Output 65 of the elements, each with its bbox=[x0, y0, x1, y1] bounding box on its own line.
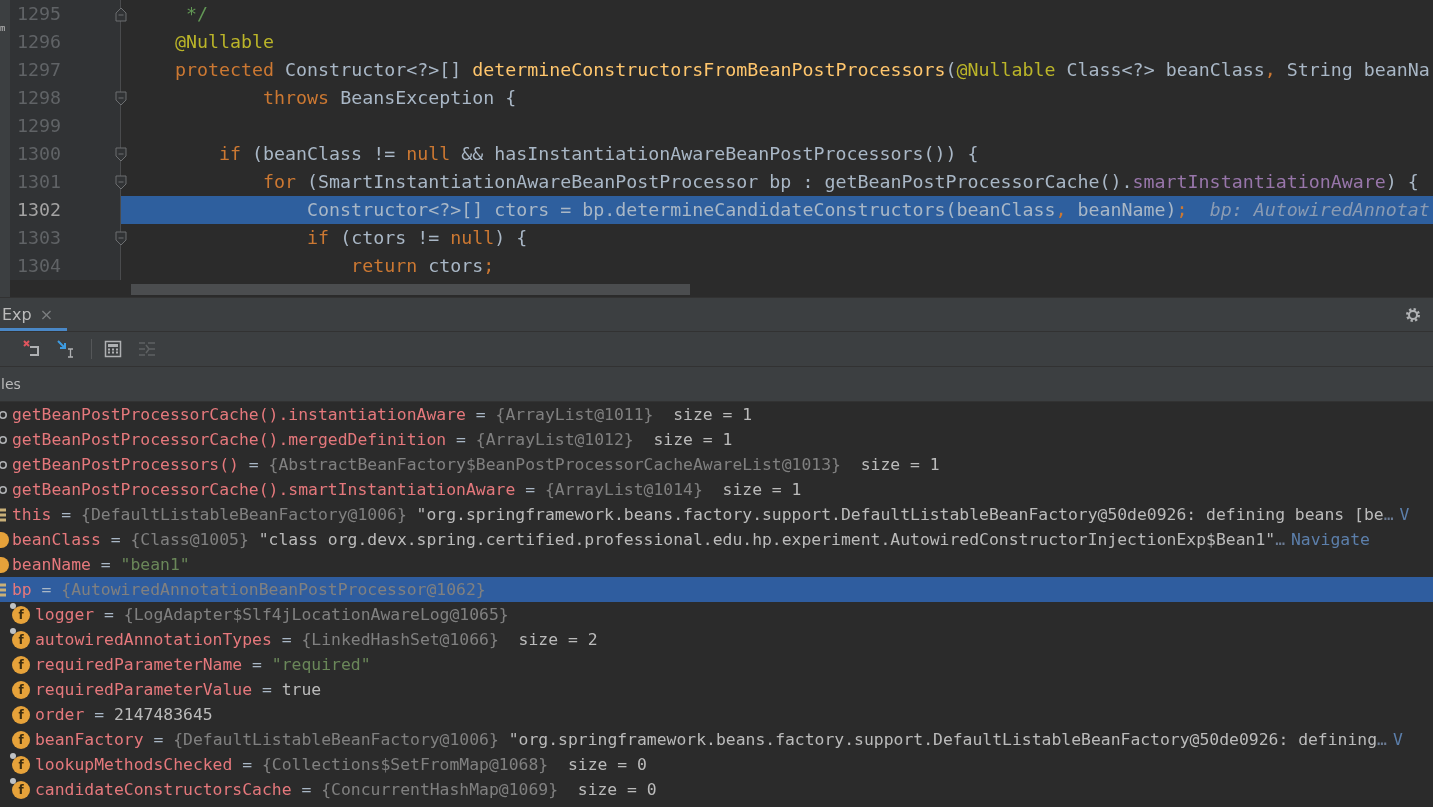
variable-row[interactable]: f autowiredAnnotationTypes = {LinkedHashSet@1066} size = 2 bbox=[0, 627, 1433, 652]
calculator-icon[interactable] bbox=[104, 340, 122, 358]
field-icon: f bbox=[12, 630, 30, 649]
code-line: for (SmartInstantiationAwareBeanPostProcessor bp : getBeanPostProcessorCache().smartInstantiationAware) { bbox=[262, 170, 1419, 194]
variable-row[interactable]: getBeanPostProcessorCache().smartInstantiationAware = {ArrayList@1014} size = 1 bbox=[0, 477, 1433, 502]
field-icon: f bbox=[12, 605, 30, 624]
field-icon: f bbox=[12, 780, 30, 799]
variable-row[interactable]: f logger = {LogAdapter$Slf4jLocationAwareLog@1065} bbox=[0, 602, 1433, 627]
variable-row[interactable]: getBeanPostProcessorCache().instantiationAware = {ArrayList@1011} size = 1 bbox=[0, 402, 1433, 427]
variable-row[interactable]: f order = 2147483645 bbox=[0, 702, 1433, 727]
variable-row[interactable]: f candidateConstructorsCache = {ConcurrentHashMap@1069} size = 0 bbox=[0, 777, 1433, 802]
code-line: if (beanClass != null && hasInstantiationAwareBeanPostProcessors()) { bbox=[218, 142, 979, 166]
variable-text: beanName = "bean1" bbox=[12, 555, 190, 574]
code-line: Constructor<?>[] ctors = bp.determineCandidateConstructors(beanClass, beanName); bbox=[306, 198, 1188, 222]
inline-hint: bp: AutowiredAnnotat bbox=[1209, 198, 1430, 222]
variable-row[interactable]: beanClass = {Class@1005} "class org.devx.spring.certified.professional.edu.hp.experiment.AutowiredConstructorInjectionExp$Bean1"… Navigate bbox=[0, 527, 1433, 552]
close-frame-icon[interactable] bbox=[23, 340, 41, 358]
code-line: if (ctors != null) { bbox=[306, 226, 528, 250]
variable-text: logger = {LogAdapter$Slf4jLocationAwareLog@1065} bbox=[35, 605, 509, 624]
field-icon: f bbox=[12, 705, 30, 724]
variable-row[interactable]: beanName = "bean1" bbox=[0, 552, 1433, 577]
variable-row[interactable]: f beanFactory = {DefaultListableBeanFactory@1006} "org.springframework.beans.factory.support.DefaultListableBeanFactory@50de0926: defining… V bbox=[0, 727, 1433, 752]
fold-marker-icon[interactable] bbox=[115, 175, 127, 190]
fold-marker-icon[interactable] bbox=[115, 7, 127, 22]
horizontal-scrollbar[interactable] bbox=[131, 284, 690, 295]
variable-text: lookupMethodsChecked = {Collections$SetFromMap@1068} size = 0 bbox=[35, 755, 647, 774]
parameter-icon bbox=[0, 555, 10, 574]
code-line: @Nullable bbox=[174, 30, 275, 54]
variable-row[interactable]: f requiredParameterName = "required" bbox=[0, 652, 1433, 677]
field-icon: f bbox=[12, 655, 30, 674]
fold-marker-icon[interactable] bbox=[115, 231, 127, 246]
list-icon[interactable] bbox=[138, 340, 156, 358]
fold-marker-icon[interactable] bbox=[115, 147, 127, 162]
field-icon: f bbox=[12, 680, 30, 699]
field-icon: f bbox=[12, 755, 30, 774]
fold-marker-icon[interactable] bbox=[115, 91, 127, 106]
variable-row[interactable]: f lookupMethodsChecked = {Collections$SetFromMap@1068} size = 0 bbox=[0, 752, 1433, 777]
variable-text: autowiredAnnotationTypes = {LinkedHashSet@1066} size = 2 bbox=[35, 630, 598, 649]
line-number: 1302 bbox=[17, 198, 62, 222]
code-line: return ctors; bbox=[350, 254, 495, 278]
parameter-icon bbox=[0, 530, 10, 549]
variable-text: order = 2147483645 bbox=[35, 705, 213, 724]
variable-text: getBeanPostProcessorCache().mergedDefinition = {ArrayList@1012} size = 1 bbox=[12, 430, 733, 449]
field-icon: f bbox=[12, 730, 30, 749]
variable-text: getBeanPostProcessorCache().smartInstantiationAware = {ArrayList@1014} size = 1 bbox=[12, 480, 802, 499]
variable-text: beanClass = {Class@1005} "class org.devx.spring.certified.professional.edu.hp.experiment.AutowiredConstructorInjectionExp$Bean1"… bbox=[12, 530, 1285, 549]
variable-text: candidateConstructorsCache = {ConcurrentHashMap@1069} size = 0 bbox=[35, 780, 657, 799]
variable-text: requiredParameterValue = true bbox=[35, 680, 322, 699]
code-line: protected Constructor<?>[] determineConstructorsFromBeanPostProcessors(@Nullable Class<?> beanClass, String beanNa bbox=[174, 58, 1430, 82]
edge-label: m bbox=[0, 22, 7, 34]
variable-row[interactable]: getBeanPostProcessors() = {AbstractBeanFactory$BeanPostProcessorCacheAwareList@1013} size = 1 bbox=[0, 452, 1433, 477]
variable-text: getBeanPostProcessors() = {AbstractBeanFactory$BeanPostProcessorCacheAwareList@1013} size = 1 bbox=[12, 455, 940, 474]
variable-text: this = {DefaultListableBeanFactory@1006} "org.springframework.beans.factory.support.DefaultListableBeanFactory@50de0926: defining beans [be… bbox=[12, 505, 1394, 524]
variable-row[interactable]: this = {DefaultListableBeanFactory@1006} "org.springframework.beans.factory.support.DefaultListableBeanFactory@50de0926: defining beans [be… V bbox=[0, 502, 1433, 527]
variable-row[interactable]: getBeanPostProcessorCache().mergedDefinition = {ArrayList@1012} size = 1 bbox=[0, 427, 1433, 452]
variable-text: requiredParameterName = "required" bbox=[35, 655, 371, 674]
code-line: throws BeansException { bbox=[262, 86, 517, 110]
settings-icon[interactable] bbox=[1404, 305, 1422, 324]
variable-text: bp = {AutowiredAnnotationBeanPostProcessor@1062} bbox=[12, 580, 486, 599]
code-line: */ bbox=[185, 2, 209, 26]
arrow-cursor-icon[interactable] bbox=[57, 340, 75, 358]
variable-text: getBeanPostProcessorCache().instantiationAware = {ArrayList@1011} size = 1 bbox=[12, 405, 753, 424]
section-title: les bbox=[1, 376, 21, 392]
variable-row[interactable]: f requiredParameterValue = true bbox=[0, 677, 1433, 702]
variable-text: beanFactory = {DefaultListableBeanFactory@1006} "org.springframework.beans.factory.support.DefaultListableBeanFactory@50de0926: defining… bbox=[35, 730, 1387, 749]
